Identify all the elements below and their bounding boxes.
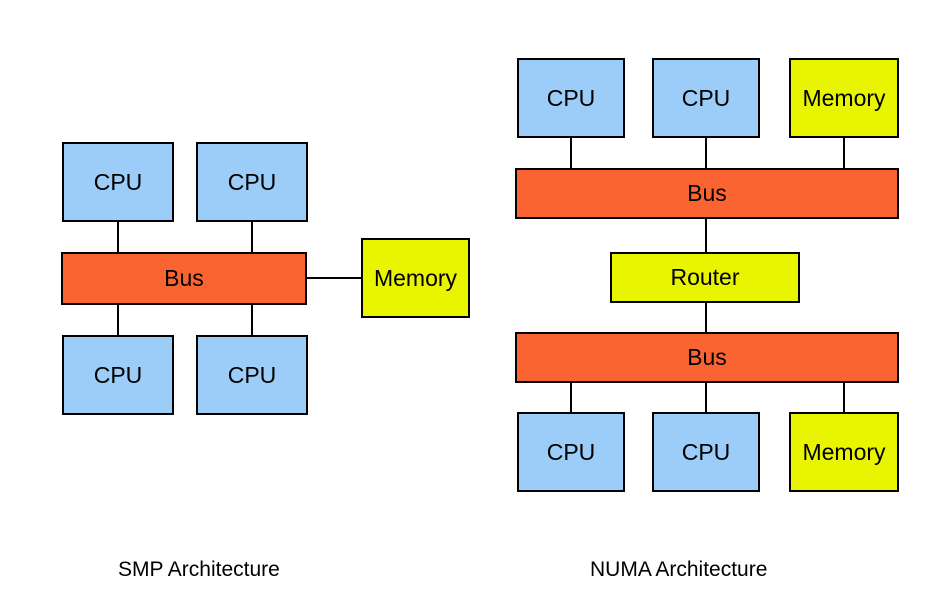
- smp-wire-bus-to-memory: [307, 277, 361, 279]
- numa-wire-memory-top-to-bus: [843, 138, 845, 168]
- numa-router-label: Router: [670, 264, 740, 290]
- smp-cpu-bottom-right-label: CPU: [227, 361, 277, 388]
- smp-wire-cpu-top-left-to-bus: [117, 222, 119, 252]
- numa-bus-top-label: Bus: [687, 180, 727, 206]
- numa-cpu-bottom-left[interactable]: CPU: [517, 412, 625, 492]
- numa-memory-top[interactable]: Memory: [789, 58, 899, 138]
- numa-cpu-bottom-mid[interactable]: CPU: [652, 412, 760, 492]
- smp-cpu-top-right-label: CPU: [227, 168, 277, 195]
- diagram-canvas: CPU CPU Bus Memory CPU CPU SMP Architect…: [0, 0, 949, 616]
- smp-memory[interactable]: Memory: [361, 238, 470, 318]
- numa-router[interactable]: Router: [610, 252, 800, 303]
- numa-bus-bottom-label: Bus: [687, 344, 727, 370]
- smp-cpu-bottom-right[interactable]: CPU: [196, 335, 308, 415]
- numa-caption: NUMA Architecture: [590, 558, 768, 581]
- numa-wire-bus-bottom-to-cpu-left: [570, 383, 572, 412]
- numa-bus-top[interactable]: Bus: [515, 168, 899, 219]
- smp-memory-label: Memory: [373, 264, 458, 291]
- smp-wire-bus-to-cpu-bottom-left: [117, 305, 119, 335]
- numa-wire-bus-top-to-router: [705, 219, 707, 252]
- numa-cpu-top-mid-label: CPU: [681, 84, 731, 111]
- smp-cpu-top-right[interactable]: CPU: [196, 142, 308, 222]
- smp-bus[interactable]: Bus: [61, 252, 307, 305]
- numa-memory-bottom-label: Memory: [802, 438, 886, 465]
- smp-wire-cpu-top-right-to-bus: [251, 222, 253, 252]
- numa-cpu-bottom-left-label: CPU: [546, 438, 596, 465]
- smp-caption: SMP Architecture: [118, 558, 280, 581]
- numa-cpu-top-left-label: CPU: [546, 84, 596, 111]
- numa-wire-bus-bottom-to-cpu-mid: [705, 383, 707, 412]
- numa-wire-cpu-top-mid-to-bus: [705, 138, 707, 168]
- smp-cpu-top-left-label: CPU: [93, 168, 143, 195]
- smp-cpu-bottom-left[interactable]: CPU: [62, 335, 174, 415]
- smp-cpu-bottom-left-label: CPU: [93, 361, 143, 388]
- numa-wire-bus-bottom-to-memory: [843, 383, 845, 412]
- numa-bus-bottom[interactable]: Bus: [515, 332, 899, 383]
- numa-cpu-top-left[interactable]: CPU: [517, 58, 625, 138]
- numa-wire-cpu-top-left-to-bus: [570, 138, 572, 168]
- numa-cpu-top-mid[interactable]: CPU: [652, 58, 760, 138]
- numa-cpu-bottom-mid-label: CPU: [681, 438, 731, 465]
- smp-wire-bus-to-cpu-bottom-right: [251, 305, 253, 335]
- numa-wire-router-to-bus-bottom: [705, 303, 707, 332]
- numa-memory-bottom[interactable]: Memory: [789, 412, 899, 492]
- numa-memory-top-label: Memory: [802, 84, 886, 111]
- smp-cpu-top-left[interactable]: CPU: [62, 142, 174, 222]
- smp-bus-label: Bus: [164, 265, 204, 291]
